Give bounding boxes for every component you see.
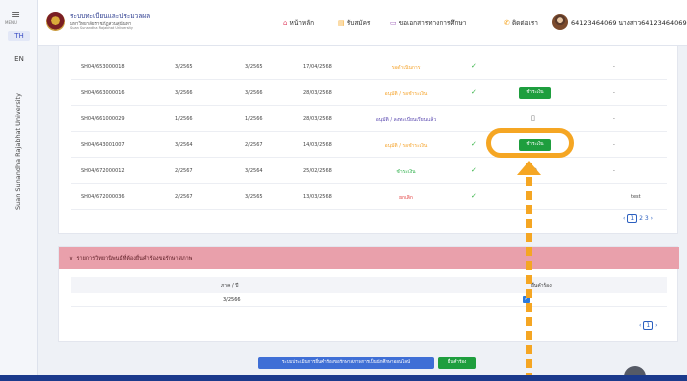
table-row: SH04/672000036 2/2567 3/2565 13/03/2568 … <box>71 184 667 210</box>
section-title-text: รายการวิทยานิพนธ์ที่ต้องยื่นคำร้องขอรักษ… <box>76 256 193 262</box>
nav-document-request[interactable]: ▭ ขอเอกสารทางการศึกษา <box>390 18 466 28</box>
request-date: 13/03/2568 <box>303 194 332 200</box>
request-code: SH04/672000036 <box>81 194 125 200</box>
check-icon: ✓ <box>471 166 477 174</box>
menu-label: MENU <box>5 20 17 25</box>
university-logo-icon[interactable] <box>46 12 65 31</box>
remark-text: - <box>613 90 615 96</box>
check-icon: ✓ <box>471 88 477 96</box>
pay-button[interactable]: ชำระเงิน <box>519 87 551 99</box>
term-value: 3/2566 <box>223 297 241 303</box>
request-code: SH04/672000012 <box>81 168 125 174</box>
term-start: 2/2567 <box>175 194 193 200</box>
table-row: SH04/653000018 3/2565 3/2565 17/04/2568 … <box>71 54 667 80</box>
request-code: SH04/663000016 <box>81 90 125 96</box>
user-avatar[interactable] <box>552 14 568 30</box>
col-submit-header: ยื่นคำร้อง <box>531 283 552 289</box>
status-text: รอดำเนินการ <box>391 65 421 71</box>
term-start: 1/2566 <box>175 116 193 122</box>
lang-en-button[interactable]: EN <box>8 55 30 63</box>
section-title: ∨ รายการวิทยานิพนธ์ที่ต้องยื่นคำร้องขอรั… <box>69 255 192 263</box>
check-icon: ✓ <box>471 140 477 148</box>
online-evaluation-button[interactable]: ระบบประเมินการยื่นคำร้องขอรักษาสภาพการเป… <box>258 357 434 369</box>
status-text: ชำระเงิน <box>396 169 416 175</box>
dotted-arrow-line <box>526 163 532 375</box>
requests-card: SH04/653000018 3/2565 3/2565 17/04/2568 … <box>58 46 678 234</box>
term-end: 3/2564 <box>245 168 263 174</box>
status-text: ยกเลิก <box>399 195 413 201</box>
pager-page-1[interactable]: 1 <box>627 214 638 223</box>
pager-prev-icon[interactable]: ‹ <box>639 322 641 329</box>
col-term-header: ภาค / ปี <box>221 283 239 289</box>
left-sidebar: ≡ MENU TH EN Suan Sunandha Rajabhat Univ… <box>0 0 38 381</box>
user-menu[interactable]: 64123464069 นางสาว64123464069 สมบดี ∨ <box>571 18 687 28</box>
table-header: ภาค / ปี ยื่นคำร้อง <box>71 277 667 293</box>
table-row: SH04/672000012 2/2567 3/2564 25/02/2568 … <box>71 158 667 184</box>
bottom-bar <box>0 375 687 381</box>
table-row: SH04/661000029 1/2566 1/2566 28/03/2568 … <box>71 106 667 132</box>
highlight-circle-annotation <box>486 128 574 158</box>
remark-text: - <box>613 168 615 174</box>
request-code: SH04/653000018 <box>81 64 125 70</box>
section-header[interactable]: ∨ รายการวิทยานิพนธ์ที่ต้องยื่นคำร้องขอรั… <box>59 247 679 269</box>
term-end: 3/2565 <box>245 64 263 70</box>
term-end: 3/2566 <box>245 90 263 96</box>
term-start: 2/2567 <box>175 168 193 174</box>
document-icon[interactable]: ▯ <box>531 114 535 122</box>
pager-page-2[interactable]: 2 <box>639 215 643 222</box>
pager-page-3[interactable]: 3 <box>645 215 649 222</box>
term-end: 3/2565 <box>245 194 263 200</box>
nav-register[interactable]: ▤ รับสมัคร <box>338 18 370 28</box>
nav-contact[interactable]: ✆ ติดต่อเรา <box>504 18 538 28</box>
remark-text: - <box>613 116 615 122</box>
arrow-up-icon <box>517 161 541 175</box>
university-vertical-label: Suan Sunandha Rajabhat University <box>14 93 22 210</box>
request-date: 25/02/2568 <box>303 168 332 174</box>
nav-home[interactable]: ⌂ หน้าหลัก <box>283 18 314 28</box>
request-code: SH04/643001007 <box>81 142 125 148</box>
remark-text: - <box>613 142 615 148</box>
request-date: 14/03/2568 <box>303 142 332 148</box>
home-icon: ⌂ <box>283 19 288 27</box>
section2-pagination: ‹ 1 › <box>639 321 657 330</box>
pager-next-icon[interactable]: › <box>655 322 657 329</box>
check-icon: ✓ <box>471 62 477 70</box>
request-date: 28/03/2568 <box>303 116 332 122</box>
lang-th-button[interactable]: TH <box>8 31 30 41</box>
thesis-maintain-card: ∨ รายการวิทยานิพนธ์ที่ต้องยื่นคำร้องขอรั… <box>58 246 679 342</box>
term-start: 3/2565 <box>175 64 193 70</box>
app-frame: ≡ MENU TH EN Suan Sunandha Rajabhat Univ… <box>0 0 687 381</box>
nav-contact-label: ติดต่อเรา <box>511 19 538 27</box>
nav-register-label: รับสมัคร <box>346 19 371 27</box>
brand-english: Suan Sunandha Rajabhat University <box>70 26 133 30</box>
table-row: SH04/643001007 3/2564 2/2567 14/03/2568 … <box>71 132 667 158</box>
status-text: อนุมัติ / รอชำระเงิน <box>384 143 428 149</box>
chevron-down-icon: ∨ <box>69 256 74 262</box>
check-icon: ✓ <box>471 192 477 200</box>
requests-pagination: ‹ 1 2 3 › <box>623 214 653 223</box>
status-text: อนุมัติ / รอชำระเงิน <box>384 91 428 97</box>
request-code: SH04/661000029 <box>81 116 125 122</box>
submit-request-button[interactable]: ยื่นคำร้อง <box>438 357 476 369</box>
pager-page-1[interactable]: 1 <box>643 321 654 330</box>
document-request-icon: ▭ <box>390 19 397 27</box>
nav-document-request-label: ขอเอกสารทางการศึกษา <box>398 19 467 27</box>
remark-text: - <box>613 64 615 70</box>
nav-home-label: หน้าหลัก <box>289 19 315 27</box>
table-row: SH04/663000016 3/2566 3/2566 28/03/2568 … <box>71 80 667 106</box>
term-start: 3/2566 <box>175 90 193 96</box>
pager-next-icon[interactable]: › <box>651 215 653 222</box>
term-start: 3/2564 <box>175 142 193 148</box>
pager-prev-icon[interactable]: ‹ <box>623 215 625 222</box>
table-row: 3/2566 ✓ <box>71 293 667 307</box>
remark-text: test <box>631 194 641 200</box>
request-date: 28/03/2568 <box>303 90 332 96</box>
register-icon: ▤ <box>338 19 345 27</box>
term-end: 2/2567 <box>245 142 263 148</box>
status-text: อนุมัติ / ลงทะเบียนเรียนแล้ว <box>375 117 437 123</box>
phone-icon: ✆ <box>504 19 510 27</box>
request-date: 17/04/2568 <box>303 64 332 70</box>
term-end: 1/2566 <box>245 116 263 122</box>
